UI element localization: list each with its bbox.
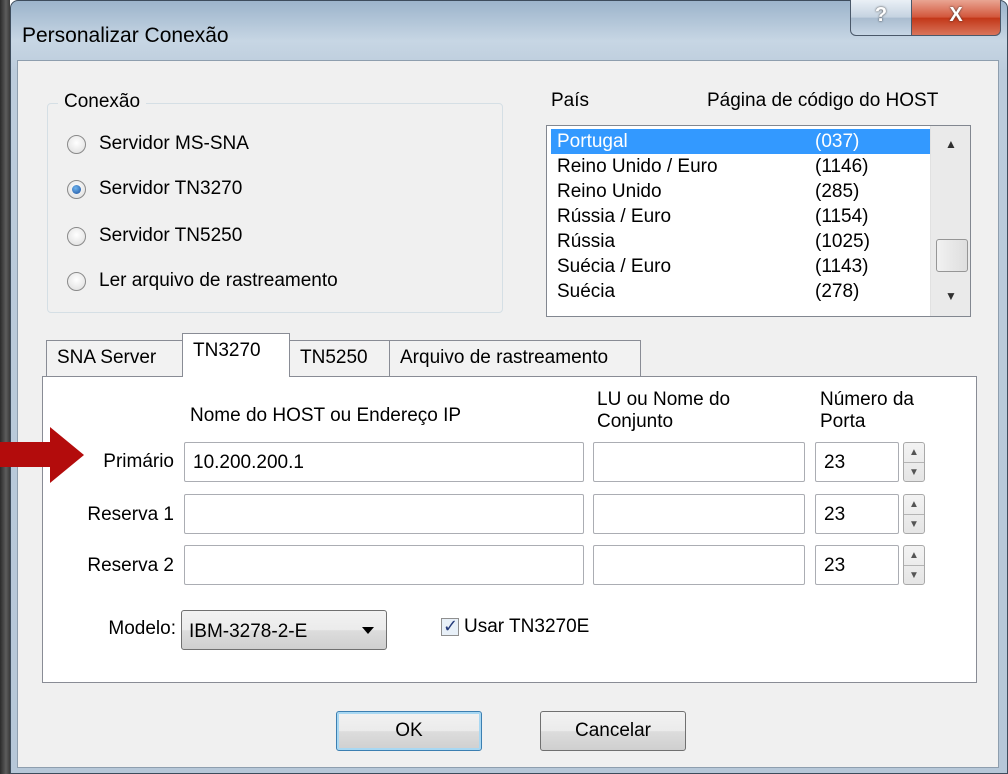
spin-up-icon[interactable]: ▲ xyxy=(904,495,924,514)
close-icon: X xyxy=(949,4,963,26)
model-select[interactable]: IBM-3278-2-E xyxy=(181,610,387,650)
lu-field-reserva-2[interactable] xyxy=(593,545,805,585)
list-scrollbar[interactable]: ▲ ▼ xyxy=(930,126,970,316)
tab-sna-server[interactable]: SNA Server xyxy=(46,340,183,376)
radio-servidor-ms-sna[interactable]: Servidor MS-SNA xyxy=(67,130,249,158)
help-button[interactable]: ? xyxy=(850,0,912,36)
list-item[interactable]: Portugal (037) xyxy=(551,129,935,154)
country-name: Reino Unido / Euro xyxy=(557,156,718,177)
radio-icon xyxy=(67,271,86,291)
annotation-arrow-shaft xyxy=(0,442,52,467)
codepage-value: (1025) xyxy=(815,231,870,252)
close-button[interactable]: X xyxy=(911,0,1001,36)
scroll-down-icon[interactable]: ▼ xyxy=(931,282,971,310)
list-item[interactable]: Rússia / Euro (1154) xyxy=(551,204,935,229)
radio-servidor-tn3270[interactable]: Servidor TN3270 xyxy=(67,175,242,203)
codepage-value: (037) xyxy=(815,131,860,152)
codepage-value: (1154) xyxy=(815,206,869,227)
host-field-reserva-1[interactable] xyxy=(184,494,584,534)
codepage-value: (1146) xyxy=(815,156,869,177)
port-field-reserva-2[interactable]: 23 xyxy=(815,545,899,585)
radio-selected-icon xyxy=(67,179,86,199)
country-name: Suécia / Euro xyxy=(557,256,672,277)
port-spinner-primario[interactable]: ▲ ▼ xyxy=(903,442,925,482)
country-listbox[interactable]: Portugal (037) Reino Unido / Euro (1146)… xyxy=(546,125,971,317)
ok-button[interactable]: OK xyxy=(336,711,482,751)
radio-label: Servidor MS-SNA xyxy=(99,133,249,154)
codepage-value: (1143) xyxy=(815,256,869,277)
spin-down-icon[interactable]: ▼ xyxy=(904,514,924,534)
port-spinner-reserva-2[interactable]: ▲ ▼ xyxy=(903,545,925,585)
pais-label: País xyxy=(551,90,590,111)
spin-down-icon[interactable]: ▼ xyxy=(904,462,924,482)
lu-field-reserva-1[interactable] xyxy=(593,494,805,534)
radio-icon xyxy=(67,134,86,154)
country-name: Rússia xyxy=(557,231,616,252)
list-item[interactable]: Rússia (1025) xyxy=(551,229,935,254)
window-title: Personalizar Conexão xyxy=(22,24,229,47)
radio-label: Servidor TN3270 xyxy=(99,178,243,199)
radio-label: Ler arquivo de rastreamento xyxy=(99,270,338,291)
host-field-reserva-2[interactable] xyxy=(184,545,584,585)
country-name: Portugal xyxy=(557,131,628,152)
label-reserva-2: Reserva 2 xyxy=(87,555,174,576)
country-name: Rússia / Euro xyxy=(557,206,672,227)
cancel-button[interactable]: Cancelar xyxy=(540,711,686,751)
scroll-up-icon[interactable]: ▲ xyxy=(931,130,971,158)
header-port-line2: Porta xyxy=(820,411,866,432)
list-item[interactable]: Suécia (278) xyxy=(551,279,935,304)
tab-tn5250[interactable]: TN5250 xyxy=(289,340,390,376)
lu-field-primario[interactable] xyxy=(593,442,805,482)
radio-icon xyxy=(67,226,86,246)
checkmark-icon: ✓ xyxy=(443,616,459,636)
label-reserva-1: Reserva 1 xyxy=(87,504,174,525)
spin-up-icon[interactable]: ▲ xyxy=(904,546,924,565)
model-select-value: IBM-3278-2-E xyxy=(189,621,308,642)
port-field-primario[interactable]: 23 xyxy=(815,442,899,482)
annotation-arrow-icon xyxy=(50,427,84,483)
scrollbar-thumb[interactable] xyxy=(936,239,968,272)
list-item[interactable]: Suécia / Euro (1143) xyxy=(551,254,935,279)
tab-arquivo-rastreamento[interactable]: Arquivo de rastreamento xyxy=(389,340,641,376)
spin-up-icon[interactable]: ▲ xyxy=(904,443,924,462)
country-name: Suécia xyxy=(557,281,616,302)
background-strip xyxy=(0,0,10,774)
codepage-value: (278) xyxy=(815,281,860,302)
codepage-value: (285) xyxy=(815,181,860,202)
host-field-primario[interactable]: 10.200.200.1 xyxy=(184,442,584,482)
conexao-label: Conexão xyxy=(58,91,147,113)
port-spinner-reserva-1[interactable]: ▲ ▼ xyxy=(903,494,925,534)
header-host: Nome do HOST ou Endereço IP xyxy=(190,405,462,426)
port-field-reserva-1[interactable]: 23 xyxy=(815,494,899,534)
chevron-down-icon xyxy=(362,627,374,634)
header-port-line1: Número da xyxy=(820,389,914,410)
use-tn3270e-checkbox[interactable]: ✓ xyxy=(441,616,459,636)
radio-servidor-tn5250[interactable]: Servidor TN5250 xyxy=(67,222,242,250)
header-lu-line2: Conjunto xyxy=(597,411,674,432)
use-tn3270e-label[interactable]: Usar TN3270E xyxy=(464,616,589,638)
list-item[interactable]: Reino Unido / Euro (1146) xyxy=(551,154,935,179)
header-lu-line1: LU ou Nome do xyxy=(597,389,731,410)
help-icon: ? xyxy=(874,4,888,26)
list-item[interactable]: Reino Unido (285) xyxy=(551,179,935,204)
codepage-label: Página de código do HOST xyxy=(707,90,939,111)
label-modelo: Modelo: xyxy=(108,618,176,639)
radio-label: Servidor TN5250 xyxy=(99,225,243,246)
spin-down-icon[interactable]: ▼ xyxy=(904,565,924,585)
radio-ler-arquivo-rastreamento[interactable]: Ler arquivo de rastreamento xyxy=(67,267,338,295)
country-name: Reino Unido xyxy=(557,181,662,202)
tab-tn3270[interactable]: TN3270 xyxy=(182,333,290,377)
